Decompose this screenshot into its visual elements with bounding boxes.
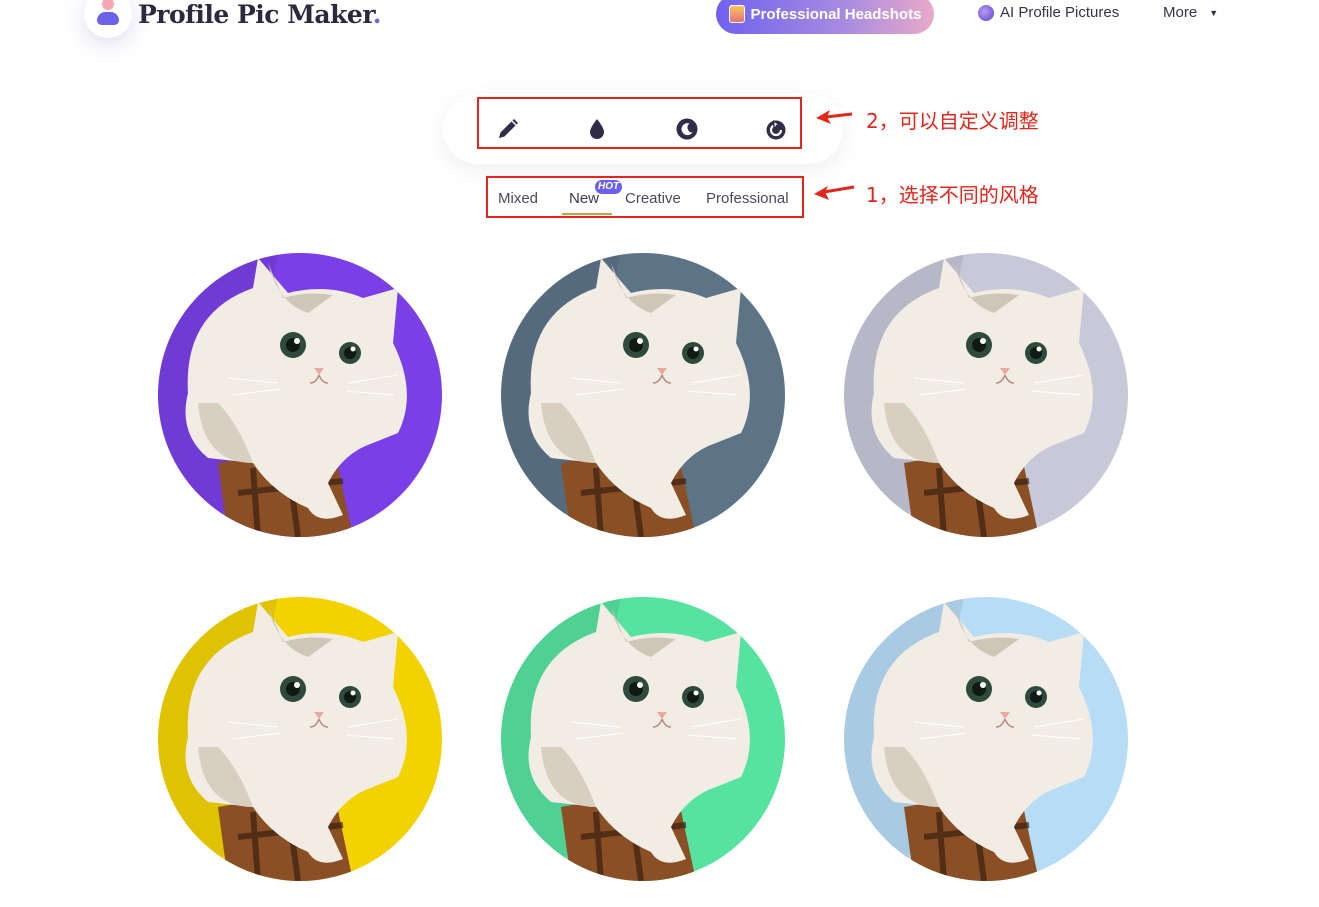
annotation-styles: 1，选择不同的风格 bbox=[866, 183, 1039, 207]
avatar-style-green[interactable] bbox=[501, 597, 785, 881]
brand[interactable]: Profile Pic Maker. bbox=[84, 0, 381, 38]
brand-logo-icon bbox=[84, 0, 132, 38]
nav-label: More bbox=[1163, 4, 1198, 21]
nav-professional-headshots[interactable]: Professional Headshots bbox=[716, 0, 934, 34]
nav-label: AI Profile Pictures bbox=[1000, 4, 1120, 21]
annotation-arrow-icon bbox=[814, 185, 855, 200]
avatar-style-purple[interactable] bbox=[158, 253, 442, 537]
annotation-customize: 2，可以自定义调整 bbox=[866, 109, 1039, 133]
cat-photo bbox=[501, 597, 785, 881]
avatar-style-skyblue[interactable] bbox=[844, 597, 1128, 881]
avatar-style-slate[interactable] bbox=[501, 253, 785, 537]
cat-photo bbox=[844, 253, 1128, 537]
cat-photo bbox=[844, 597, 1128, 881]
annotation-box-toolbar bbox=[477, 97, 802, 149]
avatar-style-lavender[interactable] bbox=[844, 253, 1128, 537]
cat-photo bbox=[501, 253, 785, 537]
annotation-box-tabs bbox=[486, 176, 804, 218]
nav-more[interactable]: More ▼ bbox=[1163, 4, 1218, 21]
nav-label: Professional Headshots bbox=[750, 5, 922, 23]
ai-avatar-icon bbox=[978, 4, 994, 21]
avatar-style-yellow[interactable] bbox=[158, 597, 442, 881]
nav-ai-profile-pictures[interactable]: AI Profile Pictures bbox=[978, 4, 1119, 21]
caret-down-icon: ▼ bbox=[1209, 7, 1219, 18]
cat-photo bbox=[158, 597, 442, 881]
annotation-arrow-icon bbox=[816, 110, 853, 124]
cat-photo bbox=[158, 253, 442, 537]
headshots-icon bbox=[728, 5, 745, 23]
brand-name: Profile Pic Maker. bbox=[138, 0, 381, 29]
